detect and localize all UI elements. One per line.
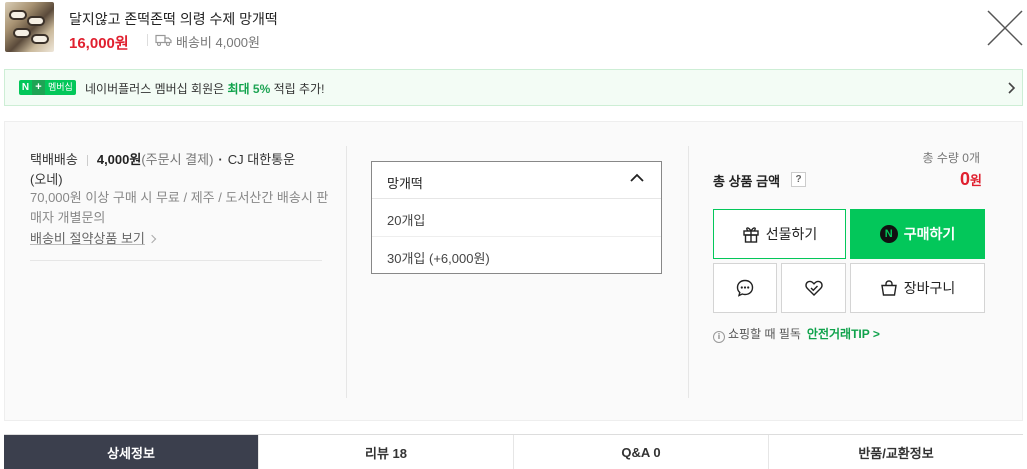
total-price-value: 0 [960,169,971,189]
total-price: 0원 [960,169,982,190]
truck-icon [155,34,172,46]
chevron-right-icon [1008,82,1016,94]
divider [147,34,148,46]
shipping-save-link[interactable]: 배송비 절약상품 보기 [30,228,157,247]
safe-trade-tip: i 쇼핑할 때 필독 안전거래TIP > [713,325,880,343]
badge-n: N [19,80,32,95]
divider [346,146,347,398]
tab-reviews[interactable]: 리뷰 18 [259,435,514,469]
option-item-label: 30개입 (+6,000원) [387,251,490,266]
naver-pay-icon: N [879,225,898,243]
shipping-carrier: CJ 대한통운 [227,152,296,167]
total-price-label: 총 상품 금액 [713,174,781,189]
heart-icon [804,280,823,296]
naver-plus-badge: N + 멤버십 [19,80,76,95]
help-icon[interactable]: ? [791,172,806,187]
product-thumbnail[interactable] [5,2,54,52]
buy-button-label: 구매하기 [903,226,956,242]
product-price: 16,000원 [69,35,129,52]
gift-button[interactable]: 선물하기 [713,209,846,259]
chat-icon [736,279,754,297]
shipping-method: 택배배송 [30,152,78,167]
close-icon[interactable] [985,8,1025,48]
banner-text-prefix: 네이버플러스 멤버십 회원은 [85,82,228,96]
shipping-fee-condition: (주문시 결제) [141,152,214,167]
gift-icon [743,227,759,243]
option-selected-label: 망개떡 [387,176,423,191]
safe-trade-tip-link[interactable]: 안전거래TIP > [807,327,880,341]
product-title: 달지않고 존떡존떡 의령 수제 망개떡 [69,11,278,27]
shipping-carrier-note: (오네) [30,172,63,187]
shipping-save-link-label: 배송비 절약상품 보기 [30,231,145,246]
cart-button[interactable]: 장바구니 [850,263,985,313]
divider [30,260,322,261]
cart-icon [880,280,897,296]
shipping-info: 택배배송 4,000원(주문시 결제) · CJ 대한통운 [30,152,296,167]
badge-plus: + [32,80,45,95]
option-item[interactable]: 30개입 (+6,000원) [372,236,661,273]
tab-qna[interactable]: Q&A 0 [514,435,769,469]
detail-tabs: 상세정보 리뷰 18 Q&A 0 반품/교환정보 [4,434,1023,469]
badge-label: 멤버십 [45,80,76,95]
shipping-fee-value: 4,000원 [96,152,142,167]
safe-trade-text: 쇼핑할 때 필독 [728,327,801,341]
shipping-fee: 배송비 4,000원 [176,35,260,50]
option-dropdown: 망개떡 20개입 30개입 (+6,000원) [371,161,662,274]
shipping-note: 70,000원 이상 구매 시 무료 / 제주 / 도서산간 배송시 판매자 개… [30,190,329,225]
product-header: 달지않고 존떡존떡 의령 수제 망개떡 16,000원 배송비 4,000원 [0,0,1027,64]
buy-button[interactable]: N 구매하기 [850,209,985,259]
banner-text-suffix: 적립 추가! [270,82,325,96]
cart-button-label: 장바구니 [903,280,956,296]
option-item-label: 20개입 [387,213,426,228]
option-select[interactable]: 망개떡 [372,162,661,199]
divider [688,146,689,398]
banner-text-highlight: 최대 [227,82,250,96]
banner-text-rate: 5% [252,82,271,96]
total-quantity: 총 수량 0개 [922,151,980,165]
chevron-right-icon [147,234,157,244]
tab-details[interactable]: 상세정보 [4,435,259,469]
membership-banner[interactable]: N + 멤버십 네이버플러스 멤버십 회원은 최대 5% 적립 추가! [4,69,1023,106]
option-item[interactable]: 20개입 [372,199,661,236]
gift-button-label: 선물하기 [765,226,818,242]
talk-button[interactable] [713,263,777,313]
info-icon: i [713,331,725,343]
chevron-up-icon [630,173,644,182]
total-price-unit: 원 [970,173,982,188]
purchase-panel: 택배배송 4,000원(주문시 결제) · CJ 대한통운 (오네) 70,000원 … [4,121,1023,421]
banner-text: 네이버플러스 멤버십 회원은 최대 5% 적립 추가! [85,80,324,97]
tab-return-exchange[interactable]: 반품/교환정보 [769,435,1023,469]
wishlist-button[interactable] [781,263,846,313]
